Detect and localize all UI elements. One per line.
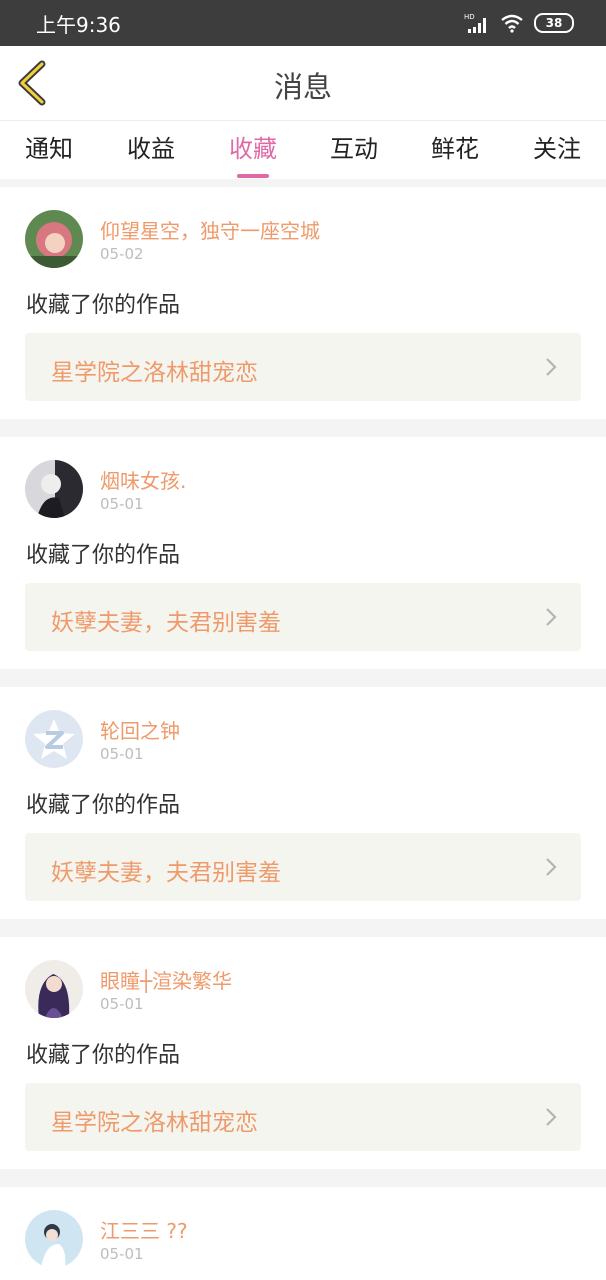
message-action: 收藏了你的作品	[26, 543, 181, 568]
signal-icon: HD	[464, 13, 486, 33]
user-avatar[interactable]	[25, 460, 83, 518]
message-card: 江三三 ?? 05-01	[0, 1187, 606, 1280]
chevron-right-icon	[546, 358, 557, 376]
work-link[interactable]: 星学院之洛林甜宠恋	[25, 333, 581, 401]
message-date: 05-02	[100, 245, 144, 263]
tab-interactions[interactable]: 互动	[314, 129, 394, 164]
username[interactable]: 仰望星空，独守一座空城	[100, 215, 320, 244]
user-avatar[interactable]	[25, 210, 83, 268]
message-action: 收藏了你的作品	[26, 1043, 181, 1068]
tab-favorites[interactable]: 收藏	[213, 129, 293, 178]
app-header: 消息	[0, 46, 606, 121]
tab-follows[interactable]: 关注	[517, 129, 597, 164]
username[interactable]: 轮回之钟	[100, 715, 180, 744]
battery-icon: 38	[534, 13, 574, 33]
message-action: 收藏了你的作品	[26, 293, 181, 318]
work-link[interactable]: 妖孽夫妻，夫君别害羞	[25, 833, 581, 901]
chevron-right-icon	[546, 858, 557, 876]
svg-text:HD: HD	[464, 13, 475, 21]
default-avatar-icon[interactable]	[25, 710, 83, 768]
message-date: 05-01	[100, 1245, 144, 1263]
work-title: 星学院之洛林甜宠恋	[51, 360, 258, 386]
chevron-right-icon	[546, 608, 557, 626]
username[interactable]: 眼瞳┼渲染繁华	[100, 965, 232, 994]
work-title: 星学院之洛林甜宠恋	[51, 1110, 258, 1136]
wifi-icon	[501, 14, 523, 33]
work-link[interactable]: 星学院之洛林甜宠恋	[25, 1083, 581, 1151]
message-card: 轮回之钟 05-01 收藏了你的作品 妖孽夫妻，夫君别害羞	[0, 687, 606, 919]
message-card: 仰望星空，独守一座空城 05-02 收藏了你的作品 星学院之洛林甜宠恋	[0, 187, 606, 419]
chevron-right-icon	[546, 1108, 557, 1126]
user-avatar[interactable]	[25, 1210, 83, 1268]
status-bar: 上午9:36 HD 38	[0, 0, 606, 46]
user-avatar[interactable]	[25, 960, 83, 1018]
message-date: 05-01	[100, 995, 144, 1013]
message-date: 05-01	[100, 495, 144, 513]
page-title: 消息	[273, 70, 332, 104]
tab-notifications[interactable]: 通知	[9, 129, 89, 164]
battery-level: 38	[545, 16, 563, 30]
work-link[interactable]: 妖孽夫妻，夫君别害羞	[25, 583, 581, 651]
tab-earnings[interactable]: 收益	[111, 129, 191, 164]
status-time: 上午9:36	[36, 13, 121, 37]
work-title: 妖孽夫妻，夫君别害羞	[51, 860, 281, 886]
message-action: 收藏了你的作品	[26, 793, 181, 818]
work-title: 妖孽夫妻，夫君别害羞	[51, 610, 281, 636]
username[interactable]: 江三三 ??	[100, 1215, 188, 1244]
message-card: 眼瞳┼渲染繁华 05-01 收藏了你的作品 星学院之洛林甜宠恋	[0, 937, 606, 1169]
message-card: 烟味女孩. 05-01 收藏了你的作品 妖孽夫妻，夫君别害羞	[0, 437, 606, 669]
tab-flowers[interactable]: 鲜花	[415, 129, 495, 164]
username[interactable]: 烟味女孩.	[100, 465, 186, 494]
tab-bar: 通知 收益 收藏 互动 鲜花 关注	[0, 121, 606, 179]
message-date: 05-01	[100, 745, 144, 763]
